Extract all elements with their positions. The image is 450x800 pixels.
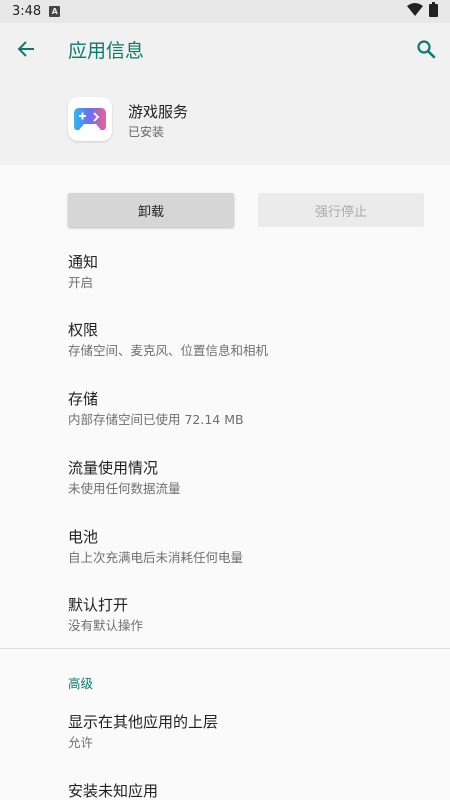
arrow-left-icon[interactable] — [14, 37, 38, 61]
toolbar: 应用信息 — [0, 23, 450, 75]
pref-storage[interactable]: 存储 内部存储空间已使用 72.14 MB — [68, 389, 428, 429]
status-left: 3:48 A — [12, 4, 61, 19]
a-notification-icon: A — [49, 6, 61, 17]
pref-summary: 自上次充满电后未消耗任何电量 — [68, 550, 244, 565]
app-install-status: 已安装 — [128, 125, 165, 139]
pref-summary: 开启 — [68, 275, 94, 290]
pref-data-usage[interactable]: 流量使用情况 未使用任何数据流量 — [68, 458, 428, 498]
force-stop-button[interactable]: 强行停止 — [258, 193, 424, 227]
pref-summary: 存储空间、麦克风、位置信息和相机 — [68, 343, 269, 358]
pref-summary: 没有默认操作 — [68, 618, 144, 633]
status-right — [407, 2, 438, 21]
pref-notifications[interactable]: 通知 开启 — [68, 252, 428, 292]
pref-title: 电池 — [68, 528, 99, 546]
advanced-section-label: 高级 — [68, 676, 94, 691]
wifi-icon — [407, 3, 423, 20]
status-time: 3:48 — [12, 4, 42, 19]
pref-permissions[interactable]: 权限 存储空间、麦克风、位置信息和相机 — [68, 320, 428, 360]
search-icon[interactable] — [414, 37, 438, 61]
pref-display-over-other-apps[interactable]: 显示在其他应用的上层 允许 — [68, 712, 428, 752]
status-bar: 3:48 A — [0, 0, 450, 23]
app-name: 游戏服务 — [128, 103, 189, 121]
pref-install-unknown-apps[interactable]: 安装未知应用 — [68, 781, 428, 800]
pref-title: 显示在其他应用的上层 — [68, 713, 219, 731]
pref-title: 默认打开 — [68, 596, 129, 614]
pref-title: 权限 — [68, 321, 99, 339]
battery-icon — [429, 2, 438, 21]
pref-battery[interactable]: 电池 自上次充满电后未消耗任何电量 — [68, 527, 428, 567]
pref-title: 存储 — [68, 390, 99, 408]
pref-title: 流量使用情况 — [68, 459, 159, 477]
pref-summary: 未使用任何数据流量 — [68, 481, 181, 496]
pref-title: 通知 — [68, 253, 99, 271]
pref-open-by-default[interactable]: 默认打开 没有默认操作 — [68, 595, 428, 635]
gamepad-icon — [68, 97, 112, 141]
pref-title: 安装未知应用 — [68, 782, 159, 800]
page-title: 应用信息 — [68, 40, 145, 62]
pref-summary: 允许 — [68, 735, 94, 750]
section-divider — [0, 648, 450, 649]
uninstall-button[interactable]: 卸载 — [68, 193, 234, 227]
pref-summary: 内部存储空间已使用 72.14 MB — [68, 412, 244, 427]
